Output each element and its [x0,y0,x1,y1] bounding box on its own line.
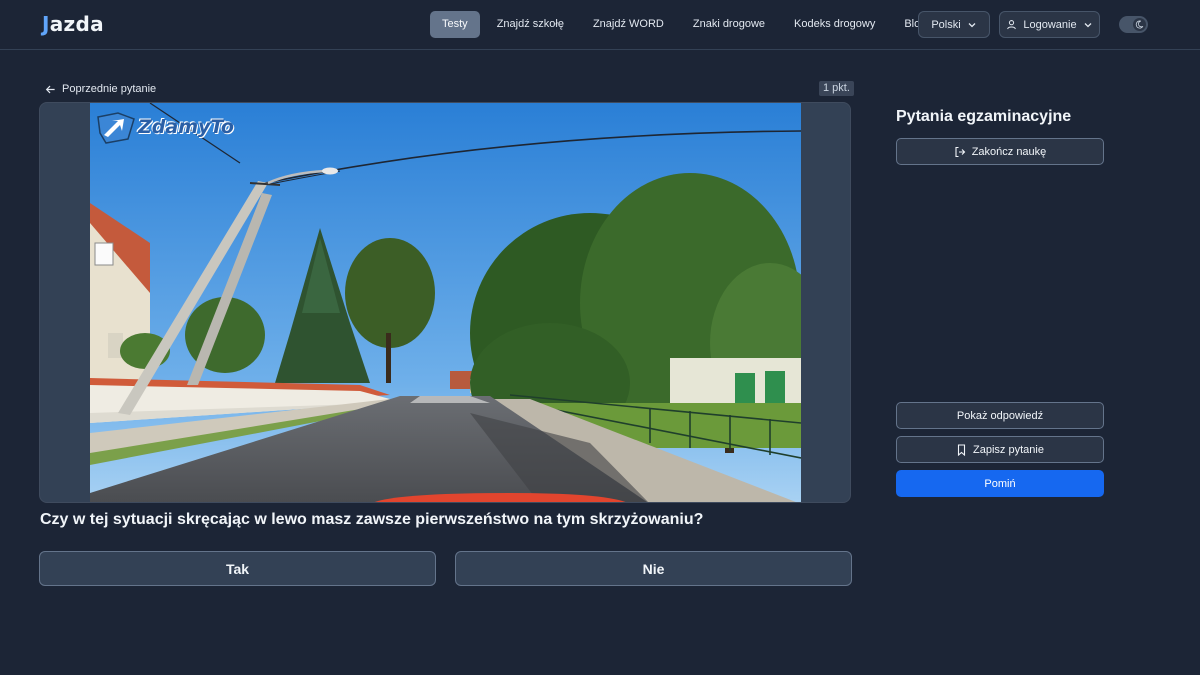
previous-question-label: Poprzednie pytanie [62,83,157,95]
login-menu-button[interactable]: Logowanie [999,11,1100,38]
show-answer-label: Pokaż odpowiedź [956,409,1044,422]
nav-item-testy[interactable]: Testy [430,11,480,38]
answer-no-button[interactable]: Nie [455,551,852,586]
language-label: Polski [931,18,961,31]
skip-label: Pomiń [984,477,1016,490]
moon-icon [1133,18,1146,31]
chevron-down-icon [967,20,977,30]
side-panel-title: Pytania egzaminacyjne [896,108,1072,125]
top-navbar: Jazda Testy Znajdź szkołę Znajdź WORD Zn… [0,0,1200,50]
nav-item-znaki-drogowe[interactable]: Znaki drogowe [681,11,777,38]
save-question-button[interactable]: Zapisz pytanie [896,436,1104,463]
logout-icon [954,146,966,158]
nav-item-znajdz-word[interactable]: Znajdź WORD [581,11,676,38]
answer-yes-button[interactable]: Tak [39,551,436,586]
finish-learning-button[interactable]: Zakończ naukę [896,138,1104,165]
show-answer-button[interactable]: Pokaż odpowiedź [896,402,1104,429]
points-badge: 1 pkt. [819,81,854,96]
bookmark-icon [956,443,967,456]
arrow-left-icon [45,84,56,95]
logo-mark: J [42,12,50,36]
save-question-label: Zapisz pytanie [973,443,1044,456]
question-text: Czy w tej sytuacji skręcając w lewo masz… [40,511,704,528]
chevron-down-icon [1083,20,1093,30]
user-icon [1006,19,1017,30]
finish-learning-label: Zakończ naukę [971,145,1047,158]
logo[interactable]: Jazda [42,12,104,36]
media-watermark: ZdamyTo [138,116,234,138]
road-scene-image: ZdamyTo [90,103,801,502]
skip-button[interactable]: Pomiń [896,470,1104,497]
language-select[interactable]: Polski [918,11,990,38]
nav-item-kodeks-drogowy[interactable]: Kodeks drogowy [782,11,887,38]
main-nav: Testy Znajdź szkołę Znajdź WORD Znaki dr… [430,11,938,38]
nav-item-znajdz-szkole[interactable]: Znajdź szkołę [485,11,576,38]
previous-question-link[interactable]: Poprzednie pytanie [45,81,156,97]
logo-text: azda [49,12,104,36]
question-media: ZdamyTo [39,102,851,503]
login-label: Logowanie [1023,18,1077,31]
theme-toggle[interactable] [1119,16,1148,33]
